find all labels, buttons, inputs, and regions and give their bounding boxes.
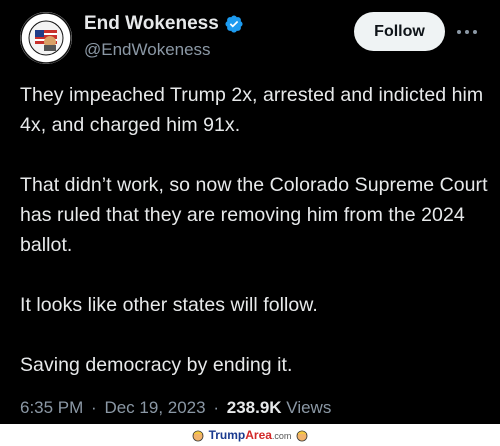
tweet-paragraph: They impeached Trump 2x, arrested and in… <box>20 84 484 136</box>
tweet-paragraph: That didn’t work, so now the Colorado Su… <box>20 174 488 256</box>
follow-button[interactable]: Follow <box>354 12 445 51</box>
watermark-text-area: Area <box>245 428 272 442</box>
ellipsis-icon <box>457 30 477 34</box>
trump-face-icon <box>192 430 203 442</box>
display-name-row: End Wokeness <box>84 12 244 36</box>
tweet-date[interactable]: Dec 19, 2023 <box>104 398 205 417</box>
trump-face-icon <box>297 430 308 442</box>
tweet-paragraph: It looks like other states will follow. <box>20 294 318 316</box>
separator-dot: · <box>91 398 97 417</box>
tweet-time[interactable]: 6:35 PM <box>20 398 83 417</box>
author-display-name[interactable]: End Wokeness <box>84 13 219 35</box>
watermark-text-com: .com <box>271 431 292 441</box>
tweet-text: They impeached Trump 2x, arrested and in… <box>20 80 490 410</box>
author-avatar[interactable] <box>20 12 72 64</box>
more-options-button[interactable] <box>454 22 480 42</box>
author-handle[interactable]: @EndWokeness <box>84 40 244 60</box>
views-count[interactable]: 238.9K <box>227 398 282 417</box>
verified-badge-icon[interactable] <box>224 14 244 34</box>
tweet-paragraph: Saving democracy by ending it. <box>20 354 293 376</box>
author-info: End Wokeness @EndWokeness <box>84 12 244 60</box>
tweet-metadata: 6:35 PM · Dec 19, 2023 · 238.9K Views <box>20 398 331 418</box>
views-label: Views <box>286 398 332 417</box>
site-watermark: TrumpArea.com <box>0 424 500 446</box>
avatar-badge-icon <box>20 12 72 64</box>
separator-dot: · <box>213 398 219 417</box>
tweet-card: End Wokeness @EndWokeness Follow They im… <box>0 0 500 424</box>
watermark-text-trump: Trump <box>208 428 246 442</box>
